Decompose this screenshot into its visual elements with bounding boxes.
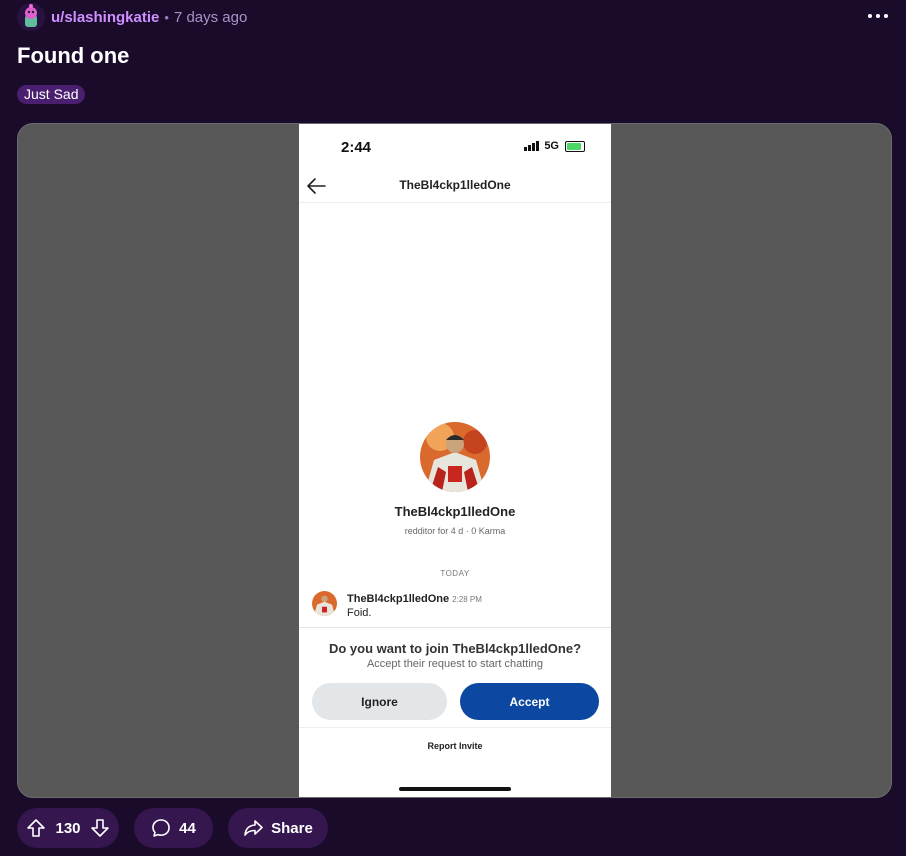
divider	[299, 727, 611, 728]
message-author: TheBl4ckp1lledOne 2:28 PM	[347, 593, 482, 605]
share-icon	[243, 818, 263, 838]
downvote-icon[interactable]	[90, 818, 110, 838]
divider	[299, 627, 611, 628]
more-icon[interactable]	[868, 8, 888, 24]
status-clock: 2:44	[341, 139, 372, 156]
invite-subtext: Accept their request to start chatting	[366, 658, 544, 670]
chat-title: TheBl4ckp1lledOne	[399, 178, 511, 192]
post-header: u/slashingkatie • 7 days ago	[17, 3, 247, 31]
post-image[interactable]: 2:44 5G TheBl4ckp1lledOne TheBl4ckp1lled…	[17, 123, 892, 798]
signal-icon	[524, 141, 540, 151]
vote-bar: 130	[17, 808, 119, 848]
status-bar: 2:44 5G	[299, 124, 611, 170]
post-time: 7 days ago	[173, 8, 248, 26]
share-label: Share	[271, 819, 313, 837]
share-button[interactable]: Share	[228, 808, 328, 848]
user-avatar[interactable]	[17, 3, 45, 31]
message-author-name: TheBl4ckp1lledOne	[347, 593, 450, 605]
ignore-button: Ignore	[312, 683, 447, 720]
separator-dot: •	[164, 9, 169, 25]
username-link[interactable]: u/slashingkatie	[51, 9, 159, 26]
profile-meta: redditor for 4 d · 0 Karma	[404, 526, 506, 536]
comment-count: 44	[179, 819, 196, 837]
report-invite-link: Report Invite	[427, 741, 483, 751]
profile-name: TheBl4ckp1lledOne	[394, 504, 516, 519]
day-divider: TODAY	[440, 569, 470, 578]
chat-navbar: TheBl4ckp1lledOne	[299, 170, 611, 203]
vote-count: 130	[55, 819, 81, 837]
network-label: 5G	[544, 140, 559, 152]
invite-question: Do you want to join TheBl4ckp1lledOne?	[328, 641, 582, 656]
flair-badge[interactable]: Just Sad	[17, 85, 86, 104]
battery-icon	[565, 140, 585, 152]
profile-avatar	[420, 422, 490, 492]
comments-button[interactable]: 44	[134, 808, 213, 848]
home-indicator	[399, 787, 511, 791]
message-avatar	[312, 591, 337, 616]
upvote-icon[interactable]	[26, 818, 46, 838]
message-text: Foid.	[347, 607, 372, 619]
phone-screenshot: 2:44 5G TheBl4ckp1lledOne TheBl4ckp1lled…	[299, 124, 611, 797]
accept-button: Accept	[460, 683, 599, 720]
post-actions: 130 44 Share	[17, 808, 343, 848]
message-time: 2:28 PM	[452, 595, 482, 604]
signal-indicators: 5G	[524, 140, 585, 152]
post-title: Found one	[17, 43, 130, 68]
comment-icon	[151, 818, 171, 838]
